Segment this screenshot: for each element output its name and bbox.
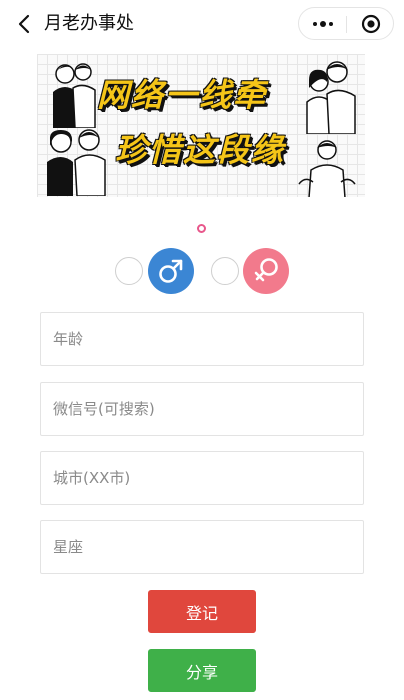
- target-close-icon: [361, 14, 380, 33]
- wechat-field: [40, 382, 364, 436]
- couple-illustration-left-bottom: [47, 129, 106, 196]
- more-dots-icon: [312, 20, 333, 27]
- page-title: 月老办事处: [44, 13, 134, 34]
- city-field: [40, 451, 364, 505]
- couple-illustration-right-top: [306, 61, 356, 134]
- back-button[interactable]: [8, 8, 40, 40]
- wechat-id-input[interactable]: [41, 383, 363, 435]
- constellation-input[interactable]: [41, 521, 363, 573]
- page-indicator-dot: [197, 224, 206, 233]
- couple-illustration-right-bottom: [298, 140, 356, 197]
- banner-slogan-line2: 珍惜这段缘: [115, 131, 286, 169]
- banner-slogan-line1: 网络一线牵: [97, 76, 268, 114]
- male-radio[interactable]: [115, 257, 143, 285]
- couple-illustration-left-top: [53, 63, 96, 128]
- female-radio[interactable]: [211, 257, 239, 285]
- female-gender-option[interactable]: [243, 248, 289, 294]
- male-gender-option[interactable]: [148, 248, 194, 294]
- constellation-field: [40, 520, 364, 574]
- register-button[interactable]: 登记: [148, 590, 256, 633]
- age-input[interactable]: [41, 313, 363, 365]
- chevron-left-icon: [18, 14, 30, 34]
- mini-program-capsule: [298, 7, 394, 40]
- banner-image: 网络一线牵 珍惜这段缘: [37, 54, 365, 197]
- close-mini-program-button[interactable]: [347, 8, 394, 39]
- share-button[interactable]: 分享: [148, 649, 256, 692]
- male-symbol-icon: [159, 259, 183, 283]
- age-field: [40, 312, 364, 366]
- city-input[interactable]: [41, 452, 363, 504]
- female-symbol-icon: [254, 258, 278, 282]
- nav-bar: 月老办事处: [0, 0, 404, 48]
- more-button[interactable]: [299, 8, 346, 39]
